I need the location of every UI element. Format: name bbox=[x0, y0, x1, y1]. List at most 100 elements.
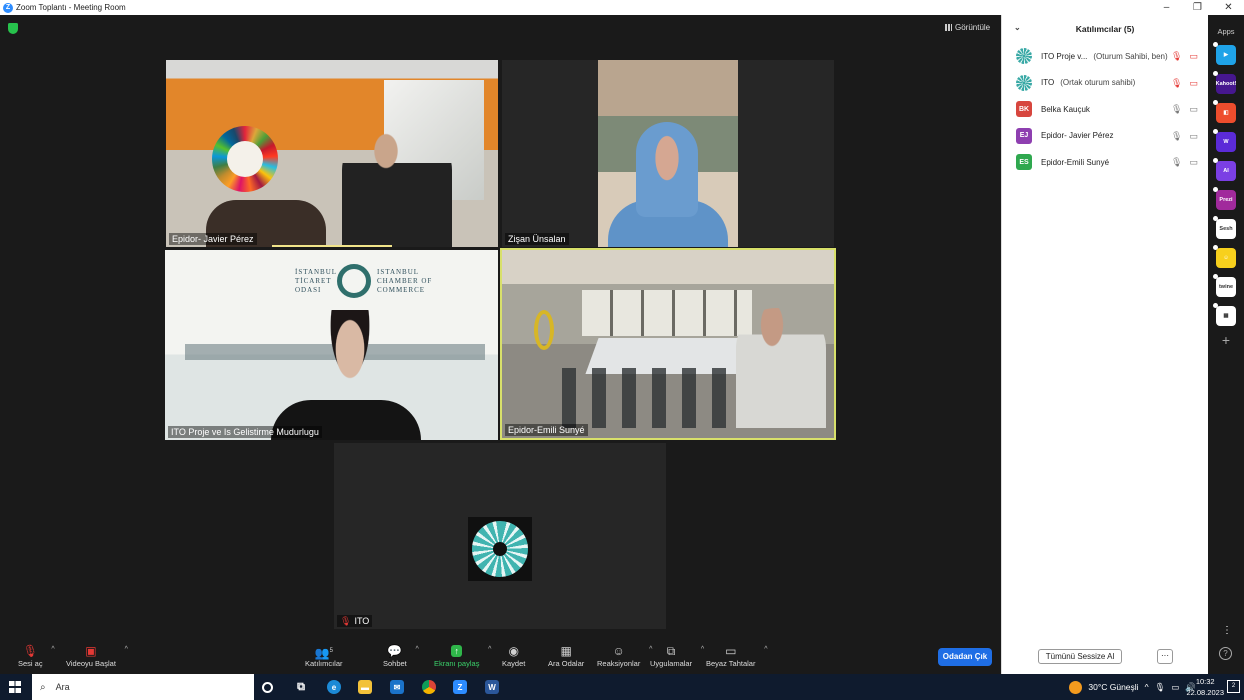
chevron-up-icon[interactable]: ^ bbox=[1145, 682, 1149, 692]
taskbar-search[interactable]: ⌕ Ara bbox=[32, 674, 254, 700]
video-tile-zisan[interactable]: Zişan Ünsalan bbox=[502, 60, 834, 247]
network-icon[interactable]: ▭ bbox=[1171, 682, 1179, 693]
video-tile-ito-proje[interactable]: İSTANBUL TİCARET ODASI ISTANBUL CHAMBER … bbox=[165, 250, 498, 440]
play-app-icon[interactable]: ▶ bbox=[1213, 42, 1236, 65]
more-vertical-icon[interactable]: ⋮ bbox=[1222, 625, 1232, 636]
breakout-rooms-label: Ara Odalar bbox=[548, 659, 585, 668]
record-icon: ◉ bbox=[508, 644, 519, 658]
mic-muted-icon: 🎙 bbox=[340, 616, 352, 626]
reactions-button[interactable]: ☺ Reaksiyonlar ^ bbox=[597, 643, 652, 668]
chevron-up-icon[interactable]: ^ bbox=[488, 646, 491, 653]
cortana-icon[interactable] bbox=[262, 682, 273, 693]
sesh-app-icon[interactable]: Sesh bbox=[1213, 216, 1236, 239]
video-tile-emili[interactable]: Epidor-Emili Sunyé bbox=[500, 248, 836, 440]
chevron-up-icon[interactable]: ^ bbox=[415, 646, 418, 653]
weather-text[interactable]: 30°C Güneşli bbox=[1088, 682, 1138, 692]
participant-row[interactable]: BK Belka Kauçuk 🎙 ▭ bbox=[1002, 96, 1208, 123]
mic-icon[interactable]: 🎙 bbox=[1171, 131, 1182, 142]
unmute-button[interactable]: 🎙 Sesi aç ^ bbox=[18, 643, 55, 668]
mic-icon[interactable]: 🎙 bbox=[1155, 682, 1166, 693]
mic-icon[interactable]: 🎙 bbox=[1171, 104, 1182, 115]
avatar bbox=[1016, 74, 1032, 91]
chat-button[interactable]: 💬 Sohbet ^ bbox=[383, 643, 419, 668]
record-button[interactable]: ◉ Kaydet bbox=[502, 643, 525, 668]
participant-name: ITO bbox=[1041, 78, 1055, 88]
view-button[interactable]: Görüntüle bbox=[945, 23, 990, 32]
notifications-icon[interactable]: 2 bbox=[1227, 680, 1240, 693]
participant-row[interactable]: ITO (Ortak oturum sahibi) 🎙 ▭ bbox=[1002, 70, 1208, 97]
ai-app-icon[interactable]: AI bbox=[1213, 158, 1236, 181]
chevron-up-icon[interactable]: ^ bbox=[51, 646, 54, 653]
smile-app-icon[interactable]: ☺ bbox=[1213, 245, 1236, 268]
breakout-rooms-icon: ▦ bbox=[560, 644, 572, 658]
participant-role: (Ortak oturum sahibi) bbox=[1060, 78, 1136, 88]
help-icon[interactable]: ? bbox=[1219, 647, 1232, 660]
mic-muted-icon[interactable]: 🎙 bbox=[1171, 78, 1182, 89]
apps-label: Uygulamalar bbox=[650, 659, 693, 668]
security-shield-icon[interactable] bbox=[8, 23, 18, 34]
window-title: Zoom Toplantı - Meeting Room bbox=[16, 3, 126, 12]
unmute-label: Sesi aç bbox=[18, 659, 43, 668]
mic-icon[interactable]: 🎙 bbox=[1171, 157, 1182, 168]
apps-button[interactable]: ⧉ Uygulamalar ^ bbox=[650, 643, 704, 668]
close-button[interactable]: ✕ bbox=[1213, 0, 1244, 15]
video-icon[interactable]: ▭ bbox=[1189, 157, 1198, 168]
participant-role: (Oturum Sahibi, ben) bbox=[1093, 51, 1168, 61]
video-icon[interactable]: ▭ bbox=[1189, 131, 1198, 142]
chevron-up-icon[interactable]: ^ bbox=[125, 646, 128, 653]
mic-muted-icon[interactable]: 🎙 bbox=[1171, 51, 1182, 62]
reactions-icon: ☺ bbox=[612, 644, 625, 658]
breakout-rooms-button[interactable]: ▦ Ara Odalar bbox=[548, 643, 584, 668]
more-options-button[interactable]: ··· bbox=[1157, 649, 1173, 664]
chevron-up-icon[interactable]: ^ bbox=[701, 646, 704, 653]
avatar: EJ bbox=[1016, 127, 1032, 144]
video-off-icon[interactable]: ▭ bbox=[1189, 51, 1198, 62]
chevron-down-icon[interactable]: ⌄ bbox=[1014, 23, 1021, 32]
w-app-icon[interactable]: W bbox=[1213, 129, 1236, 152]
orange-app-icon[interactable]: ◧ bbox=[1213, 100, 1236, 123]
file-explorer-icon[interactable]: ▬ bbox=[358, 680, 372, 694]
chevron-up-icon[interactable]: ^ bbox=[764, 646, 767, 653]
blocks-app-icon[interactable]: ▦ bbox=[1213, 303, 1236, 326]
reactions-label: Reaksiyonlar bbox=[597, 659, 641, 668]
chrome-icon[interactable] bbox=[422, 680, 436, 694]
participants-button[interactable]: 👥5 Katılımcılar bbox=[305, 643, 343, 668]
participant-row[interactable]: ES Epidor-Emili Sunyé 🎙 ▭ bbox=[1002, 149, 1208, 176]
video-icon[interactable]: ▭ bbox=[1189, 104, 1198, 115]
video-off-icon: ▣ bbox=[85, 644, 97, 658]
video-tile-javier[interactable]: Epidor- Javier Pérez bbox=[166, 60, 498, 247]
panel-title: Katılımcılar (5) bbox=[1075, 24, 1135, 34]
share-screen-button[interactable]: ↑ Ekranı paylaş ^ bbox=[434, 643, 491, 668]
prezi-app-icon[interactable]: Prezi bbox=[1213, 187, 1236, 210]
ito-avatar bbox=[468, 517, 532, 581]
twine-app-icon[interactable]: twine bbox=[1213, 274, 1236, 297]
participant-row[interactable]: ITO Proje v... (Oturum Sahibi, ben) 🎙 ▭ bbox=[1002, 43, 1208, 70]
clock-date: 22.08.2023 bbox=[1186, 688, 1224, 697]
mail-icon[interactable]: ✉ bbox=[390, 680, 404, 694]
word-icon[interactable]: W bbox=[485, 680, 499, 694]
add-app-icon[interactable]: + bbox=[1208, 332, 1244, 348]
participant-name: Epidor- Javier Pérez bbox=[1041, 131, 1114, 141]
chat-icon: 💬 bbox=[387, 644, 403, 658]
video-off-icon[interactable]: ▭ bbox=[1189, 78, 1198, 89]
minimize-button[interactable]: – bbox=[1151, 0, 1182, 15]
mute-all-button[interactable]: Tümünü Sessize Al bbox=[1038, 649, 1122, 664]
edge-icon[interactable]: e bbox=[327, 680, 341, 694]
windows-start-icon[interactable] bbox=[9, 681, 21, 693]
apps-title: Apps bbox=[1217, 27, 1235, 36]
task-view-icon[interactable]: ⧉ bbox=[294, 680, 308, 694]
video-stage: Görüntüle Epidor- Javier Pérez Zişan Üns… bbox=[0, 15, 1000, 640]
participants-icon: 👥5 bbox=[314, 646, 333, 660]
video-tile-ito[interactable]: 🎙 ITO bbox=[334, 443, 666, 629]
kahoot-app-icon[interactable]: Kahoot! bbox=[1213, 71, 1236, 94]
zoom-icon[interactable]: Z bbox=[453, 680, 467, 694]
tile-name: Epidor- Javier Pérez bbox=[169, 233, 257, 245]
participant-row[interactable]: EJ Epidor- Javier Pérez 🎙 ▭ bbox=[1002, 123, 1208, 150]
start-video-button[interactable]: ▣ Videoyu Başlat ^ bbox=[66, 643, 128, 668]
leave-button[interactable]: Odadan Çık bbox=[938, 648, 992, 666]
whiteboards-button[interactable]: ▭ Beyaz Tahtalar ^ bbox=[706, 643, 767, 668]
title-bar: Z Zoom Toplantı - Meeting Room – ❐ ✕ bbox=[0, 0, 1244, 15]
apps-icon: ⧉ bbox=[666, 644, 676, 658]
restore-button[interactable]: ❐ bbox=[1182, 0, 1213, 15]
clock[interactable]: 10:32 22.08.2023 bbox=[1186, 676, 1224, 698]
